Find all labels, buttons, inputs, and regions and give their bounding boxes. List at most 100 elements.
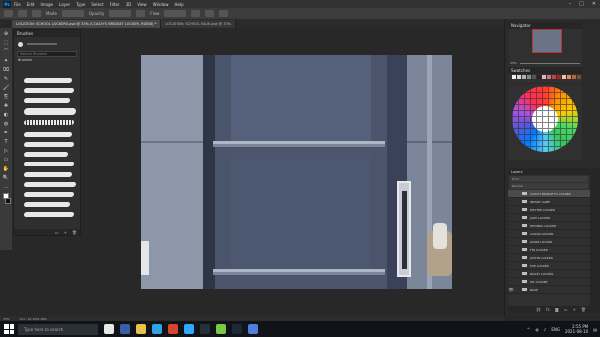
navigator-zoom-value[interactable]: 33% xyxy=(510,61,517,65)
windows-start-icon[interactable] xyxy=(4,324,14,334)
brush-preset[interactable] xyxy=(24,98,70,103)
layer-row[interactable]: JUSTIN LOCKER xyxy=(508,254,590,262)
layer-row[interactable]: DEXTER LOCKER xyxy=(508,206,590,214)
path-selection-tool-icon[interactable]: ▷ xyxy=(3,148,10,154)
brush-preset[interactable] xyxy=(24,162,74,166)
network-icon[interactable]: ◍ xyxy=(535,327,539,332)
brush-size-control[interactable] xyxy=(14,37,80,51)
taskbar-app-icon[interactable] xyxy=(184,324,194,334)
clone-stamp-tool-icon[interactable]: ⎘ xyxy=(3,94,10,100)
color-swatch[interactable] xyxy=(547,75,551,79)
color-swatch[interactable] xyxy=(572,75,576,79)
marquee-tool-icon[interactable]: ⬚ xyxy=(3,40,10,46)
layer-row[interactable]: JADE LOCKER xyxy=(508,214,590,222)
airbrush-icon[interactable] xyxy=(191,10,201,17)
clock[interactable]: 2:55 PM 2021-08-10 xyxy=(565,324,588,334)
taskbar-app-icon[interactable] xyxy=(120,324,130,334)
layer-row[interactable]: COACH BRIDGET'S LOCKER xyxy=(508,190,590,198)
menu-image[interactable]: Image xyxy=(40,2,53,7)
taskbar-app-icon[interactable] xyxy=(232,324,242,334)
document-tab-active[interactable]: LOCATION: SCHOOL LOCKERS.psd @ 33% (COAC… xyxy=(12,20,162,28)
flow-field[interactable] xyxy=(164,10,187,17)
hand-tool-icon[interactable]: ✋ xyxy=(3,166,10,172)
color-swatch[interactable] xyxy=(552,75,556,79)
opacity-field[interactable] xyxy=(109,10,132,17)
color-swatch[interactable] xyxy=(537,75,541,79)
pen-tool-icon[interactable]: ✒ xyxy=(3,130,10,136)
magic-wand-tool-icon[interactable]: ✦ xyxy=(3,58,10,64)
brush-tool-icon[interactable]: 🖌 xyxy=(3,85,10,91)
taskbar-app-icon[interactable] xyxy=(136,324,146,334)
new-group-icon[interactable]: ▭ xyxy=(55,230,59,235)
color-swatch[interactable] xyxy=(562,75,566,79)
color-swatch[interactable] xyxy=(527,75,531,79)
brush-preset[interactable] xyxy=(24,142,74,147)
mode-select[interactable] xyxy=(61,10,84,17)
brush-preset[interactable] xyxy=(24,212,74,217)
pressure-opacity-icon[interactable] xyxy=(136,10,146,17)
close-button[interactable]: ✕ xyxy=(592,1,596,7)
brush-preset[interactable] xyxy=(24,78,72,83)
home-icon[interactable] xyxy=(4,10,13,17)
brush-preset[interactable] xyxy=(24,192,74,197)
new-brush-icon[interactable]: + xyxy=(64,230,67,235)
color-swatch[interactable] xyxy=(512,75,516,79)
add-mask-icon[interactable]: ◙ xyxy=(555,307,559,312)
layer-row[interactable]: DANIE LOCKER xyxy=(508,238,590,246)
brush-settings-icon[interactable] xyxy=(32,10,41,17)
move-tool-icon[interactable]: ⊕ xyxy=(3,31,10,37)
rectangle-tool-icon[interactable]: ▭ xyxy=(3,157,10,163)
color-swatch[interactable] xyxy=(567,75,571,79)
taskbar-app-icon[interactable] xyxy=(104,324,114,334)
layer-filter-select[interactable]: Kind xyxy=(510,176,588,182)
layer-style-icon[interactable]: fx xyxy=(546,307,550,312)
new-group-icon[interactable]: ▭ xyxy=(564,307,568,312)
background-color-swatch[interactable] xyxy=(5,198,11,204)
brush-preset[interactable] xyxy=(24,182,76,187)
eyedropper-tool-icon[interactable]: ✎ xyxy=(3,76,10,82)
layer-row[interactable]: LOGAN LOCKER xyxy=(508,230,590,238)
layer-row[interactable]: FIN LOCKER xyxy=(508,246,590,254)
layer-row[interactable]: INFANT GABE xyxy=(508,198,590,206)
layer-row[interactable]: MC LOCKER xyxy=(508,278,590,286)
minimize-button[interactable]: – xyxy=(569,1,572,7)
menu-filter[interactable]: Filter xyxy=(110,2,120,7)
status-zoom[interactable]: 33% xyxy=(3,317,10,321)
brush-folder[interactable]: Brushes xyxy=(14,57,80,63)
document-canvas[interactable] xyxy=(141,55,452,289)
menu-file[interactable]: File xyxy=(14,2,21,7)
layer-row[interactable]: RHONDA LOCKER xyxy=(508,222,590,230)
navigator-zoom-slider[interactable] xyxy=(519,62,580,64)
taskbar-app-icon[interactable] xyxy=(200,324,210,334)
color-swatch[interactable] xyxy=(517,75,521,79)
navigator-thumbnail[interactable] xyxy=(532,29,562,53)
visibility-eye-icon[interactable]: 👁 xyxy=(508,287,514,292)
type-tool-icon[interactable]: T xyxy=(3,139,10,145)
brush-preset[interactable] xyxy=(24,88,74,93)
layer-row[interactable]: EVE LOCKER xyxy=(508,262,590,270)
brush-preset-picker[interactable] xyxy=(18,10,27,17)
layer-row[interactable]: BAILEY LOCKER xyxy=(508,270,590,278)
layer-row[interactable]: 👁 BASE xyxy=(508,286,590,294)
brush-preset[interactable] xyxy=(24,132,72,137)
menu-type[interactable]: Type xyxy=(76,2,85,7)
taskbar-search-input[interactable]: Type here to search xyxy=(18,323,98,335)
smoothing-icon[interactable] xyxy=(205,10,215,17)
color-swatch[interactable] xyxy=(557,75,561,79)
taskbar-app-icon[interactable] xyxy=(152,324,162,334)
blend-mode-select[interactable]: Normal xyxy=(510,183,588,189)
color-swatch[interactable] xyxy=(522,75,526,79)
taskbar-app-icon[interactable] xyxy=(168,324,178,334)
brush-preset[interactable] xyxy=(24,152,68,157)
zoom-tool-icon[interactable]: 🔍 xyxy=(3,175,10,181)
delete-brush-icon[interactable]: 🗑 xyxy=(72,230,77,235)
menu-3d[interactable]: 3D xyxy=(126,2,132,7)
color-swatch[interactable] xyxy=(542,75,546,79)
document-tab[interactable]: LOCATION: SCHOOL BLUE.psd @ 33% xyxy=(161,20,237,28)
brush-preset[interactable] xyxy=(24,172,72,177)
brush-preset[interactable] xyxy=(24,108,76,115)
menu-select[interactable]: Select xyxy=(91,2,103,7)
brush-preset[interactable] xyxy=(24,120,74,125)
brush-preset[interactable] xyxy=(24,202,70,207)
lasso-tool-icon[interactable]: ⌒ xyxy=(3,49,10,55)
